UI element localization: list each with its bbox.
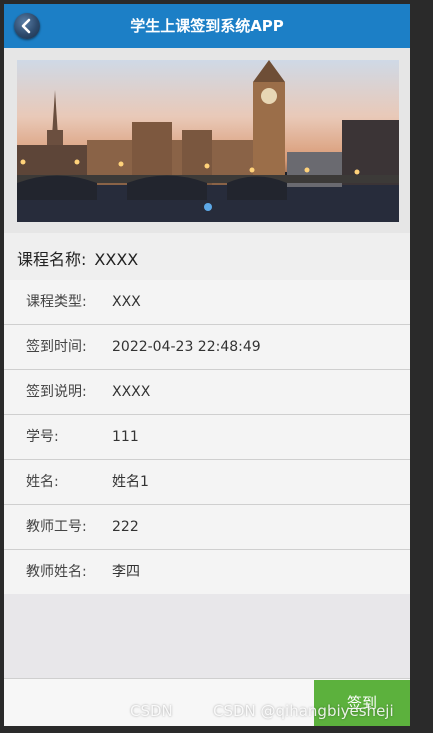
info-label: 教师姓名: bbox=[26, 564, 87, 580]
course-name-label: 课程名称: bbox=[17, 250, 87, 269]
info-value: 111 bbox=[112, 429, 139, 445]
info-row-teacher-id: 教师工号: 222 bbox=[4, 505, 410, 550]
city-skyline-illustration bbox=[17, 60, 399, 222]
page-title: 学生上课签到系统APP bbox=[130, 17, 284, 35]
phone-screen: 学生上课签到系统APP 课程名称: XXXX 课程类型: XXX 签到时间: 2… bbox=[4, 4, 410, 726]
carousel-indicator-dot[interactable] bbox=[204, 203, 212, 211]
info-value: 222 bbox=[112, 519, 139, 535]
info-value: XXX bbox=[112, 294, 141, 310]
info-value: 李四 bbox=[112, 564, 140, 580]
app-header: 学生上课签到系统APP bbox=[4, 4, 410, 48]
info-row-student-id: 学号: 111 bbox=[4, 415, 410, 460]
info-row-signin-time: 签到时间: 2022-04-23 22:48:49 bbox=[4, 325, 410, 370]
info-row-name: 姓名: 姓名1 bbox=[4, 460, 410, 505]
info-label: 签到说明: bbox=[26, 384, 87, 400]
content-spacer bbox=[4, 594, 410, 678]
info-row-signin-note: 签到说明: XXXX bbox=[4, 370, 410, 415]
info-label: 教师工号: bbox=[26, 519, 87, 535]
watermark-left: CSDN bbox=[130, 702, 173, 720]
course-name: 课程名称: XXXX bbox=[17, 246, 138, 270]
info-label: 学号: bbox=[26, 429, 59, 445]
info-list: 课程类型: XXX 签到时间: 2022-04-23 22:48:49 签到说明… bbox=[4, 280, 410, 595]
info-value: 姓名1 bbox=[112, 474, 149, 490]
info-row-course-type: 课程类型: XXX bbox=[4, 280, 410, 325]
info-label: 课程类型: bbox=[26, 294, 87, 310]
info-value: 2022-04-23 22:48:49 bbox=[112, 339, 261, 355]
info-row-teacher-name: 教师姓名: 李四 bbox=[4, 550, 410, 595]
course-name-value: XXXX bbox=[94, 250, 139, 269]
banner-carousel[interactable] bbox=[4, 48, 410, 233]
watermark-right: CSDN @qihangbiyesheji bbox=[213, 702, 394, 720]
info-value: XXXX bbox=[112, 384, 151, 400]
info-label: 签到时间: bbox=[26, 339, 87, 355]
info-label: 姓名: bbox=[26, 474, 59, 490]
banner-image bbox=[17, 60, 399, 222]
